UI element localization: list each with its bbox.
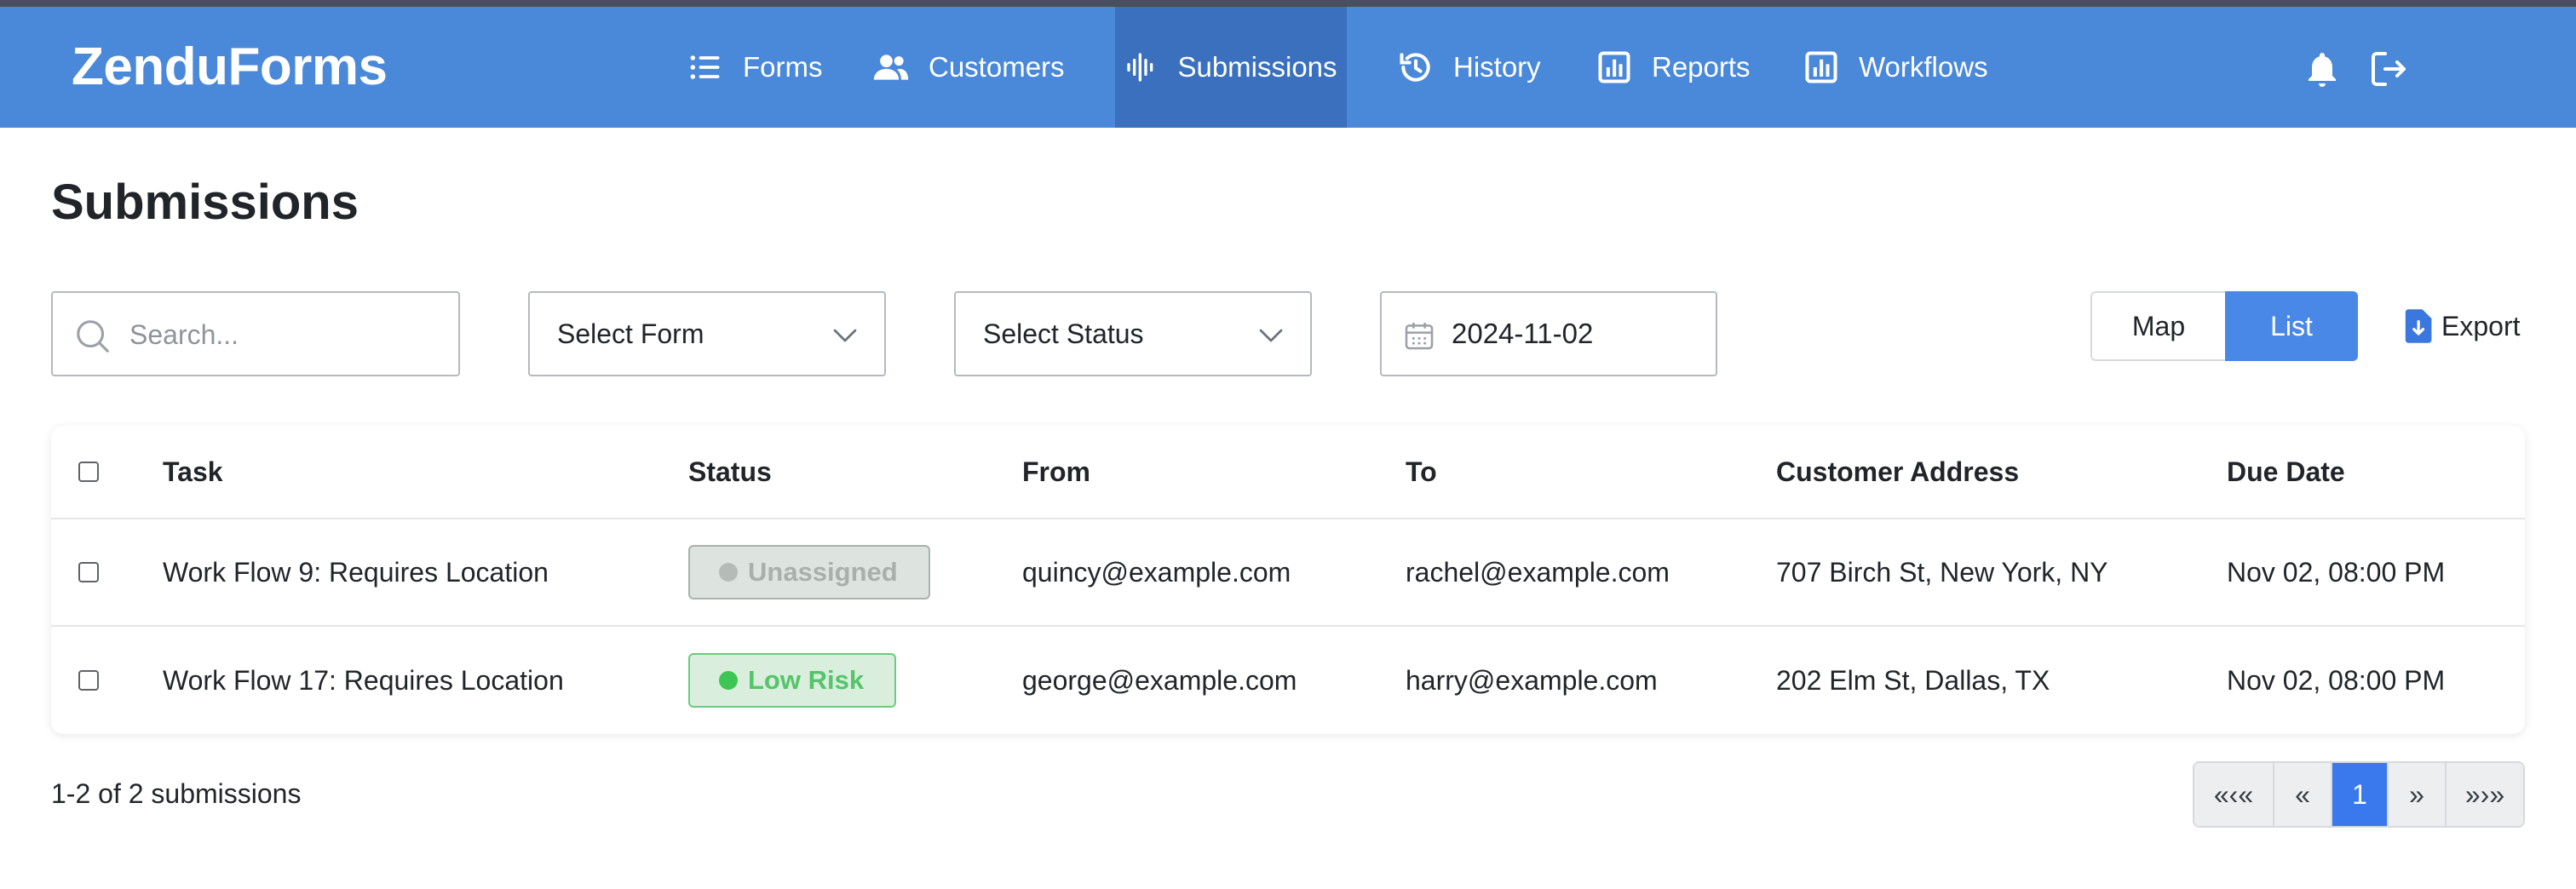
chevron-down-icon xyxy=(833,329,857,342)
nav-item-label: Submissions xyxy=(1177,51,1337,83)
first-page-button[interactable]: «‹« xyxy=(2194,763,2274,826)
status-badge-label: Unassigned xyxy=(748,557,898,587)
brand-logo[interactable]: ZenduForms xyxy=(72,7,388,128)
page-title: Submissions xyxy=(51,175,359,230)
due-date-cell: Nov 02, 08:00 PM xyxy=(2227,664,2446,696)
task-cell[interactable]: Work Flow 17: Requires Location xyxy=(163,627,564,734)
list-icon xyxy=(690,55,720,79)
users-icon xyxy=(873,54,909,80)
nav-item-forms[interactable]: Forms xyxy=(687,7,823,128)
column-header-to[interactable]: To xyxy=(1406,426,1437,518)
submissions-table: Task Status From To Customer Address Due… xyxy=(51,426,2525,734)
status-select[interactable]: Select Status xyxy=(954,291,1312,376)
address-cell: 202 Elm St, Dallas, TX xyxy=(1776,664,2050,696)
status-badge-label: Low Risk xyxy=(748,665,865,695)
top-navbar: ZenduForms Forms Customers Submissions H… xyxy=(0,7,2576,128)
bar-chart-icon xyxy=(1598,51,1630,83)
date-picker[interactable]: 2024-11-02 xyxy=(1380,291,1717,376)
calendar-icon xyxy=(1405,323,1434,350)
column-header-status[interactable]: Status xyxy=(688,426,772,518)
column-header-due-date[interactable]: Due Date xyxy=(2227,426,2345,518)
due-date-cell: Nov 02, 08:00 PM xyxy=(2227,556,2446,588)
form-select-value: Select Form xyxy=(557,318,704,349)
results-summary: 1-2 of 2 submissions xyxy=(51,778,302,809)
export-button[interactable]: Export xyxy=(2404,305,2520,347)
to-cell: rachel@example.com xyxy=(1406,556,1670,588)
search-field[interactable] xyxy=(51,291,460,376)
date-value: 2024-11-02 xyxy=(1452,318,1594,349)
nav-item-reports[interactable]: Reports xyxy=(1596,7,1751,128)
select-all-checkbox[interactable] xyxy=(78,462,99,482)
next-page-button[interactable]: » xyxy=(2389,763,2447,826)
view-toggle: Map List xyxy=(2090,291,2358,361)
nav-item-customers[interactable]: Customers xyxy=(872,7,1065,128)
table-row[interactable]: Work Flow 17: Requires Location Low Risk… xyxy=(51,627,2525,734)
column-header-customer-address[interactable]: Customer Address xyxy=(1776,426,2019,518)
list-view-button[interactable]: List xyxy=(2225,291,2358,361)
nav-item-history[interactable]: History xyxy=(1397,7,1541,128)
prev-page-button[interactable]: « xyxy=(2274,763,2332,826)
bell-icon[interactable] xyxy=(2302,49,2343,89)
file-download-icon xyxy=(2405,309,2432,343)
nav-item-label: Workflows xyxy=(1859,51,1988,83)
row-checkbox[interactable] xyxy=(78,670,99,691)
to-cell: harry@example.com xyxy=(1406,664,1658,696)
page-1-button[interactable]: 1 xyxy=(2332,763,2389,826)
table-header: Task Status From To Customer Address Due… xyxy=(51,426,2525,519)
chevron-down-icon xyxy=(1259,329,1283,342)
form-select[interactable]: Select Form xyxy=(528,291,886,376)
status-dot xyxy=(719,563,738,582)
status-badge: Unassigned xyxy=(688,545,930,599)
export-label: Export xyxy=(2441,310,2521,341)
logout-icon[interactable] xyxy=(2368,49,2409,89)
nav-item-submissions[interactable]: Submissions xyxy=(1115,7,1347,128)
row-checkbox[interactable] xyxy=(78,562,99,582)
pagination: «‹« « 1 » »›» xyxy=(2193,761,2525,828)
nav-item-workflows[interactable]: Workflows xyxy=(1803,7,1988,128)
search-icon xyxy=(77,320,109,353)
last-page-button[interactable]: »›» xyxy=(2447,763,2523,826)
nav-item-label: Forms xyxy=(743,51,823,83)
address-cell: 707 Birch St, New York, NY xyxy=(1776,556,2108,588)
column-header-from[interactable]: From xyxy=(1022,426,1090,518)
column-header-task[interactable]: Task xyxy=(163,426,223,518)
from-cell: george@example.com xyxy=(1022,664,1297,696)
status-select-value: Select Status xyxy=(983,318,1144,349)
status-dot xyxy=(719,671,738,690)
history-icon xyxy=(1400,53,1430,82)
nav-item-label: History xyxy=(1453,51,1541,83)
table-row[interactable]: Work Flow 9: Requires Location Unassigne… xyxy=(51,519,2525,627)
nav-item-label: Customers xyxy=(929,51,1065,83)
search-input[interactable] xyxy=(129,301,445,368)
map-view-button[interactable]: Map xyxy=(2090,291,2225,361)
window-top-strip xyxy=(0,0,2576,7)
bar-chart-icon xyxy=(1805,51,1837,83)
task-cell[interactable]: Work Flow 9: Requires Location xyxy=(163,519,549,625)
status-badge: Low Risk xyxy=(688,653,897,708)
from-cell: quincy@example.com xyxy=(1022,556,1291,588)
waveform-icon xyxy=(1127,53,1153,82)
nav-item-label: Reports xyxy=(1652,51,1751,83)
